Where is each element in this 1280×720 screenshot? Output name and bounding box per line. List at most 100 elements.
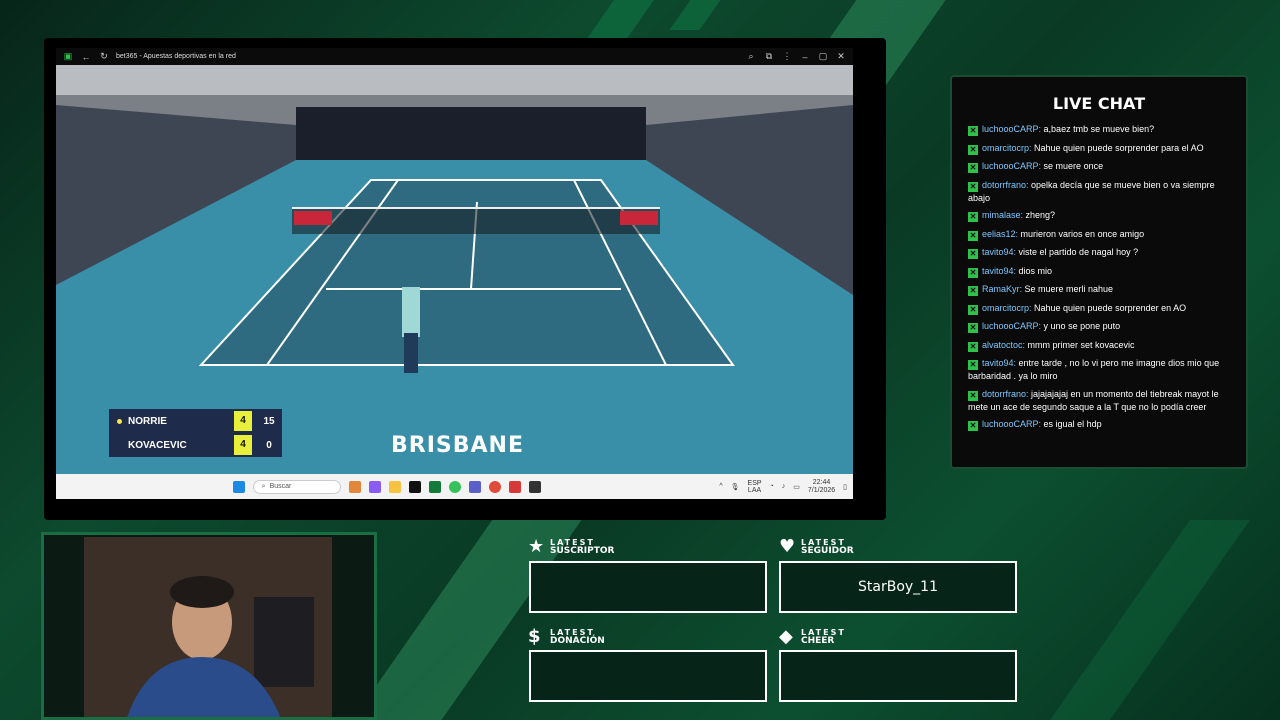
latest-follower-box: StarBoy_11	[779, 561, 1017, 613]
chat-text: Nahue quien puede sorprender en AO	[1034, 302, 1187, 313]
chat-username[interactable]: dotorrfrano:	[982, 389, 1031, 399]
chat-text: a,baez tmb se mueve bien?	[1043, 124, 1155, 134]
app-icon[interactable]	[508, 480, 521, 493]
chat-text: zheng?	[1025, 210, 1056, 220]
chat-username[interactable]: luchoooCARP:	[982, 124, 1044, 134]
chat-username[interactable]: luchoooCARP:	[982, 161, 1044, 171]
chat-message: ✕ dotorrfrano: opelka decía que se mueve …	[968, 179, 1230, 204]
close-icon[interactable]: ✕	[835, 51, 847, 62]
moderator-icon: ✕	[968, 163, 978, 173]
chat-username[interactable]: omarcitocrp:	[982, 143, 1034, 153]
clock[interactable]: 22:44 7/1/2026	[808, 479, 835, 495]
chat-username[interactable]: dotorrfrano:	[982, 180, 1031, 190]
chat-username[interactable]: luchoooCARP:	[982, 419, 1044, 429]
zoom-icon[interactable]: ⌕	[745, 51, 757, 62]
chat-message: ✕ luchoooCARP: es igual el hdp	[968, 418, 1230, 431]
chat-message: ✕ tavito94: dios mio	[968, 265, 1230, 278]
moderator-icon: ✕	[968, 360, 978, 370]
chat-message: ✕ eelias12: murieron varios en once amigo	[968, 228, 1230, 241]
chat-text: mmm primer set kovacevic	[1027, 339, 1135, 350]
app-icon: ▣	[63, 51, 73, 61]
bet365-icon[interactable]	[428, 480, 441, 493]
chat-text: y uno se pone puto	[1043, 321, 1121, 331]
windows-start-icon[interactable]	[232, 480, 245, 493]
live-chat-panel: LIVE CHAT ✕ luchoooCARP: a,baez tmb se mu…	[950, 75, 1248, 469]
chat-username[interactable]: tavito94:	[982, 266, 1019, 276]
tiktok-icon[interactable]	[408, 480, 421, 493]
chat-text: es igual el hdp	[1043, 419, 1102, 429]
latest-cheer-label: ◆ LATEST CHEER	[779, 626, 846, 647]
tab-title: bet365 - Apuestas deportivas en la red	[116, 53, 236, 60]
chat-text: Se muere merli nahue	[1024, 284, 1114, 294]
background-stripe	[669, 0, 721, 30]
points-count: 15	[263, 415, 275, 427]
moderator-icon: ✕	[968, 390, 978, 401]
taskbar-search[interactable]: ⌕ Buscar	[252, 479, 341, 494]
latest-follower-label: ♥ LATEST SEGUIDOR	[779, 536, 854, 557]
player-name: KOVACEVIC	[128, 439, 187, 451]
background-stripe	[585, 0, 655, 40]
language-indicator[interactable]: ESP LAA	[748, 480, 762, 494]
star-icon: ★	[528, 536, 545, 557]
moderator-icon: ✕	[968, 249, 978, 259]
teams-icon[interactable]	[468, 480, 481, 493]
chat-username[interactable]: eelias12:	[982, 229, 1021, 239]
whatsapp-icon[interactable]	[448, 480, 461, 493]
background-stripe	[1049, 520, 1251, 720]
chat-username[interactable]: omarcitocrp:	[982, 303, 1034, 313]
chat-title: LIVE CHAT	[1052, 94, 1146, 113]
folder-icon[interactable]	[388, 480, 401, 493]
chat-username[interactable]: mimalase:	[982, 210, 1026, 220]
chat-username[interactable]: RamaKyr:	[982, 284, 1025, 294]
heart-icon: ♥	[779, 536, 796, 557]
scoreboard: NORRIE 4 15 KOVACEVIC 4 0	[109, 409, 282, 457]
chat-username[interactable]: tavito94:	[982, 247, 1019, 257]
windows-taskbar: ⌕ Buscar ^ 🎙 ESP LAA ◔ ♪ ▭ 22:44 7/1/2026 ▯	[56, 474, 853, 499]
search-placeholder: Buscar	[269, 483, 292, 490]
chat-message: ✕ luchoooCARP: se muere once	[968, 160, 1230, 173]
moderator-icon: ✕	[968, 126, 978, 136]
chevron-up-icon[interactable]: ^	[719, 483, 722, 490]
browser-titlebar: ▣ ← ↻ bet365 - Apuestas deportivas en la…	[56, 48, 853, 65]
wifi-icon[interactable]: ◔	[770, 483, 774, 490]
extension-icon[interactable]: ⧉	[763, 51, 775, 62]
latest-subscriber-label: ★ LATEST SUSCRIPTOR	[528, 536, 615, 557]
moderator-icon: ✕	[968, 230, 978, 241]
chat-text: dios mio	[1018, 265, 1053, 276]
chrome-icon[interactable]	[488, 480, 501, 493]
refresh-icon[interactable]: ↻	[98, 51, 110, 62]
score-row-player1: NORRIE 4 15	[109, 409, 282, 433]
chat-username[interactable]: alvatoctoc:	[982, 340, 1028, 350]
video-player[interactable]: NORRIE 4 15 KOVACEVIC 4 0 BRISBANE	[56, 65, 853, 474]
chat-message: ✕ luchoooCARP: y uno se pone puto	[968, 320, 1230, 333]
minimize-icon[interactable]: –	[799, 52, 811, 62]
copilot-icon[interactable]	[368, 480, 381, 493]
notification-icon[interactable]: ▯	[843, 483, 847, 491]
chat-username[interactable]: luchoooCARP:	[982, 321, 1044, 331]
chat-message: ✕ luchoooCARP: a,baez tmb se mueve bien?	[968, 123, 1230, 136]
chat-message: ✕ mimalase: zheng?	[968, 209, 1230, 222]
score-row-player2: KOVACEVIC 4 0	[109, 433, 282, 457]
chat-message: ✕ alvatoctoc: mmm primer set kovacevic	[968, 339, 1230, 352]
chat-message: ✕ tavito94: entre tarde , no lo vi pero m…	[968, 357, 1230, 382]
moderator-icon: ✕	[968, 341, 978, 352]
widget-icon[interactable]	[348, 480, 361, 493]
latest-subscriber-box	[529, 561, 767, 613]
chat-username[interactable]: tavito94:	[982, 358, 1019, 368]
moderator-icon: ✕	[968, 212, 978, 222]
speaker-icon[interactable]: ♪	[782, 483, 786, 490]
chat-message-list[interactable]: ✕ luchoooCARP: a,baez tmb se mueve bien? ✕…	[952, 123, 1246, 431]
back-icon[interactable]: ←	[80, 52, 92, 62]
latest-cheer-box	[779, 650, 1017, 702]
chat-text: se muere once	[1043, 161, 1104, 171]
maximize-icon[interactable]: ▢	[817, 51, 829, 62]
app-icon[interactable]	[528, 480, 541, 493]
webcam-feed	[84, 537, 332, 717]
moderator-icon: ✕	[968, 286, 978, 296]
games-count: 4	[234, 411, 252, 431]
webcam-frame	[41, 532, 377, 720]
latest-donation-box	[529, 650, 767, 702]
menu-icon[interactable]: ⋮	[781, 51, 793, 62]
mic-icon[interactable]: 🎙	[731, 483, 740, 491]
battery-icon[interactable]: ▭	[793, 483, 800, 491]
